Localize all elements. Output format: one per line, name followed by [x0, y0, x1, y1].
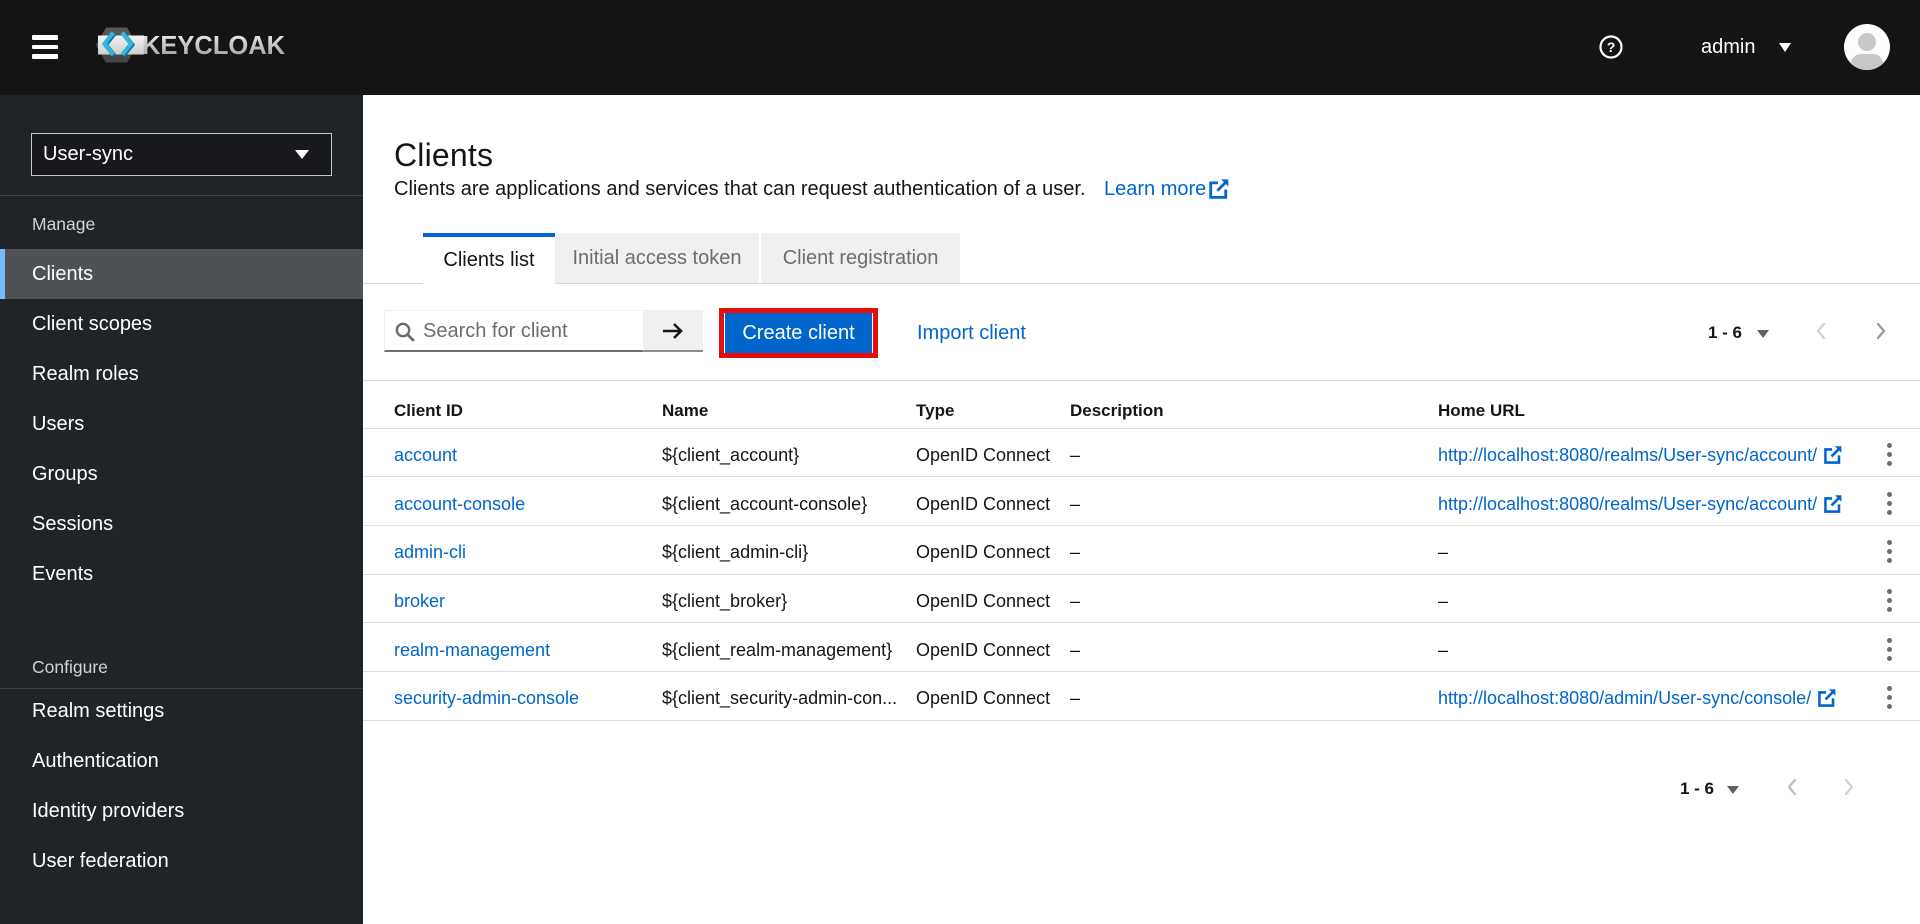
svg-text:?: ? — [1607, 39, 1616, 55]
svg-text:KEYCLOAK: KEYCLOAK — [142, 32, 286, 60]
